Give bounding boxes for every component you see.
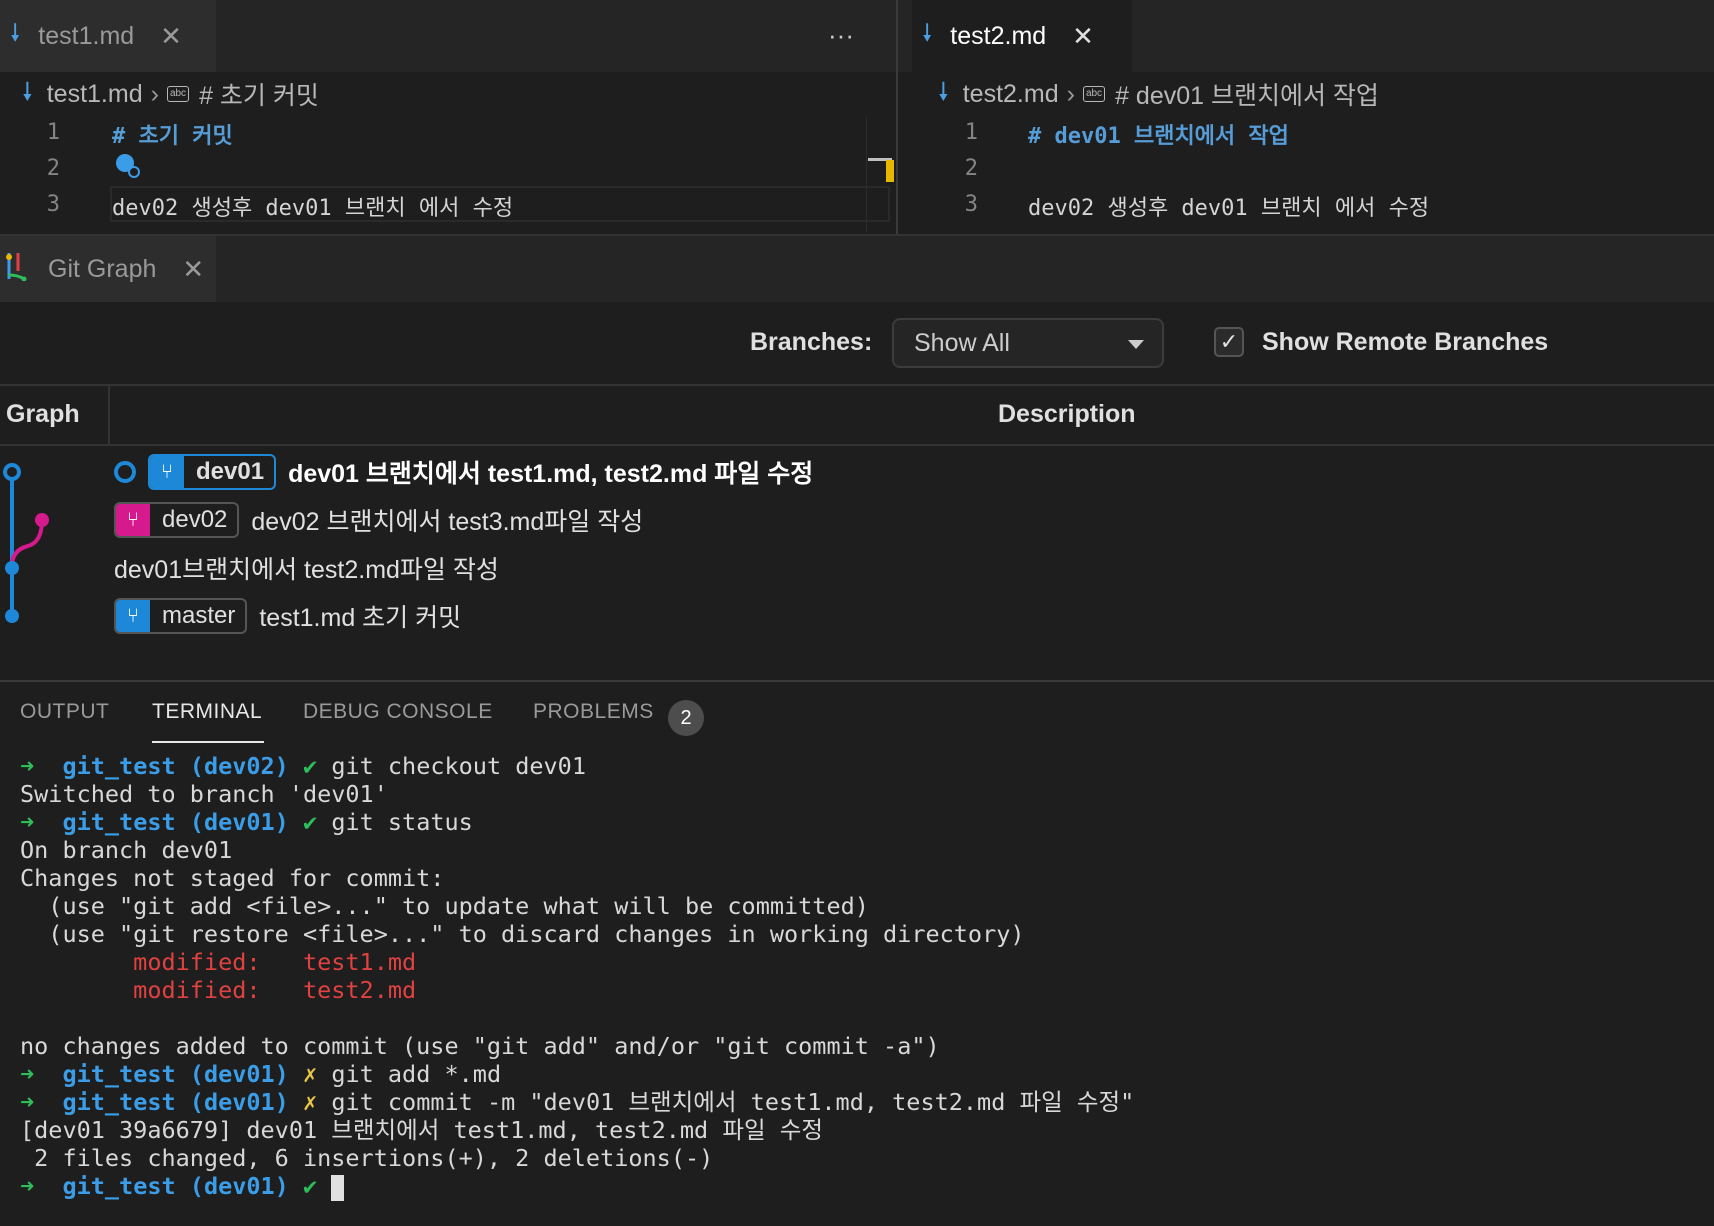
git-graph-icon [4,251,30,288]
breadcrumb-symbol[interactable]: # dev01 브랜치에서 작업 [1115,76,1379,112]
terminal-line: ➜ git_test (dev01) ✔ git status [20,808,473,836]
terminal-line: (use "git restore <file>..." to discard … [20,920,1025,948]
terminal-line: On branch dev01 [20,836,233,864]
code-line: # 초기 커밋 [112,124,233,149]
breadcrumb-file[interactable]: test1.md [47,80,143,109]
commit-message: dev02 브랜치에서 test3.md파일 작성 [251,508,644,536]
commit-message: dev01브랜치에서 test2.md파일 작성 [114,556,499,584]
head-indicator-icon [114,461,136,483]
tab-problems[interactable]: PROBLEMS [533,700,654,724]
terminal-line: 2 files changed, 6 insertions(+), 2 dele… [20,1144,714,1172]
terminal-cursor [331,1174,345,1201]
table-header [0,384,1714,446]
commit-graph [3,463,49,623]
tab-test2-md[interactable]: 🠗 test2.md ✕ [912,0,1132,72]
terminal-line: [dev01 39a6679] dev01 브랜치에서 test1.md, te… [20,1116,823,1144]
branch-icon: ⑂ [116,600,150,632]
breadcrumb: 🠗 test1.md › abc # 초기 커밋 [22,72,319,116]
commit-message: test1.md 초기 커밋 [259,604,462,632]
checkmark-icon: ✓ [1219,329,1239,354]
line-number: 2 [46,156,60,181]
line-number: 1 [46,120,60,145]
tab-terminal[interactable]: TERMINAL [152,700,262,724]
terminal-line: Changes not staged for commit: [20,864,445,892]
problems-count-badge: 2 [668,700,704,736]
scrollbar-marker [886,160,894,182]
line-number: 3 [964,192,978,217]
tab-debug-console[interactable]: DEBUG CONSOLE [303,700,493,724]
branches-select-value: Show All [914,328,1010,357]
branch-ref-dev01[interactable]: ⑂ dev01 [148,454,277,490]
close-icon[interactable]: ✕ [160,21,182,52]
commit-row[interactable]: ⑂ master test1.md 초기 커밋 [114,594,461,638]
terminal-line: (use "git add <file>..." to update what … [20,892,869,920]
lightbulb-plus-icon [128,166,140,178]
tab-test1-md[interactable]: 🠗 test1.md ✕ [0,0,216,72]
tab-label: test1.md [38,21,135,50]
tab-git-graph[interactable]: Git Graph ✕ [0,236,216,302]
terminal-line: modified: test1.md [20,948,417,976]
terminal-line: modified: test2.md [20,976,417,1004]
breadcrumb-symbol[interactable]: # 초기 커밋 [199,76,319,112]
branch-ref-label: dev01 [196,458,265,485]
branches-select[interactable]: Show All [892,318,1164,368]
line-number: 3 [46,192,60,217]
description-column-header[interactable]: Description [998,400,1136,429]
panel-divider[interactable] [0,680,1714,682]
tab-output[interactable]: OUTPUT [20,700,109,724]
branch-ref-label: dev02 [162,506,228,533]
terminal-line: ➜ git_test (dev01) ✗ git add *.md [20,1060,502,1088]
commit-row[interactable]: ⑂ dev01 dev01 브랜치에서 test1.md, test2.md 파… [114,450,813,494]
terminal-line: Switched to branch 'dev01' [20,780,388,808]
code-line: dev02 생성후 dev01 브랜치 에서 수정 [112,196,514,221]
show-remote-checkbox[interactable]: ✓ [1214,327,1244,357]
more-actions-icon[interactable]: ··· [828,20,854,51]
code-line: dev02 생성후 dev01 브랜치 에서 수정 [1028,196,1430,221]
terminal-line: ➜ git_test (dev01) ✗ git commit -m "dev0… [20,1088,1135,1116]
commit-row[interactable]: ⑂ dev02 dev02 브랜치에서 test3.md파일 작성 [114,498,643,542]
terminal[interactable]: ➜ git_test (dev02) ✔ git checkout dev01 … [0,748,1714,1226]
active-tab-underline [152,741,264,743]
code-line: # dev01 브랜치에서 작업 [1028,124,1289,149]
line-number: 1 [964,120,978,145]
branch-ref-master[interactable]: ⑂ master [114,598,248,634]
caret-down-icon [1128,340,1144,349]
tab-label: test2.md [950,21,1047,50]
branch-ref-dev02[interactable]: ⑂ dev02 [114,502,240,538]
breadcrumb-file[interactable]: test2.md [963,80,1059,109]
branch-ref-label: master [162,602,236,629]
chevron-right-icon: › [1066,79,1075,108]
branch-icon: ⑂ [150,456,184,488]
column-divider[interactable] [108,386,110,444]
git-graph-tab-bar [0,236,1714,302]
terminal-line: no changes added to commit (use "git add… [20,1032,940,1060]
show-remote-label[interactable]: Show Remote Branches [1262,328,1548,357]
chevron-right-icon: › [150,79,159,108]
branches-label: Branches: [750,328,873,356]
close-icon[interactable]: ✕ [182,254,204,285]
graph-column-header[interactable]: Graph [6,400,80,429]
markdown-file-icon: 🠗 [938,77,949,106]
terminal-line: ➜ git_test (dev01) ✔ [20,1172,345,1201]
markdown-file-icon: 🠗 [10,19,21,47]
string-symbol-icon: abc [166,86,190,102]
breadcrumb: 🠗 test2.md › abc # dev01 브랜치에서 작업 [938,72,1379,116]
branch-icon: ⑂ [116,504,150,536]
terminal-line: ➜ git_test (dev02) ✔ git checkout dev01 [20,752,586,780]
markdown-file-icon: 🠗 [922,19,933,47]
commit-row[interactable]: dev01브랜치에서 test2.md파일 작성 [114,546,499,590]
close-icon[interactable]: ✕ [1072,21,1094,52]
commit-message: dev01 브랜치에서 test1.md, test2.md 파일 수정 [288,460,814,488]
line-number: 2 [964,156,978,181]
string-symbol-icon: abc [1082,86,1106,102]
tab-label: Git Graph [48,254,157,283]
markdown-file-icon: 🠗 [22,77,33,106]
